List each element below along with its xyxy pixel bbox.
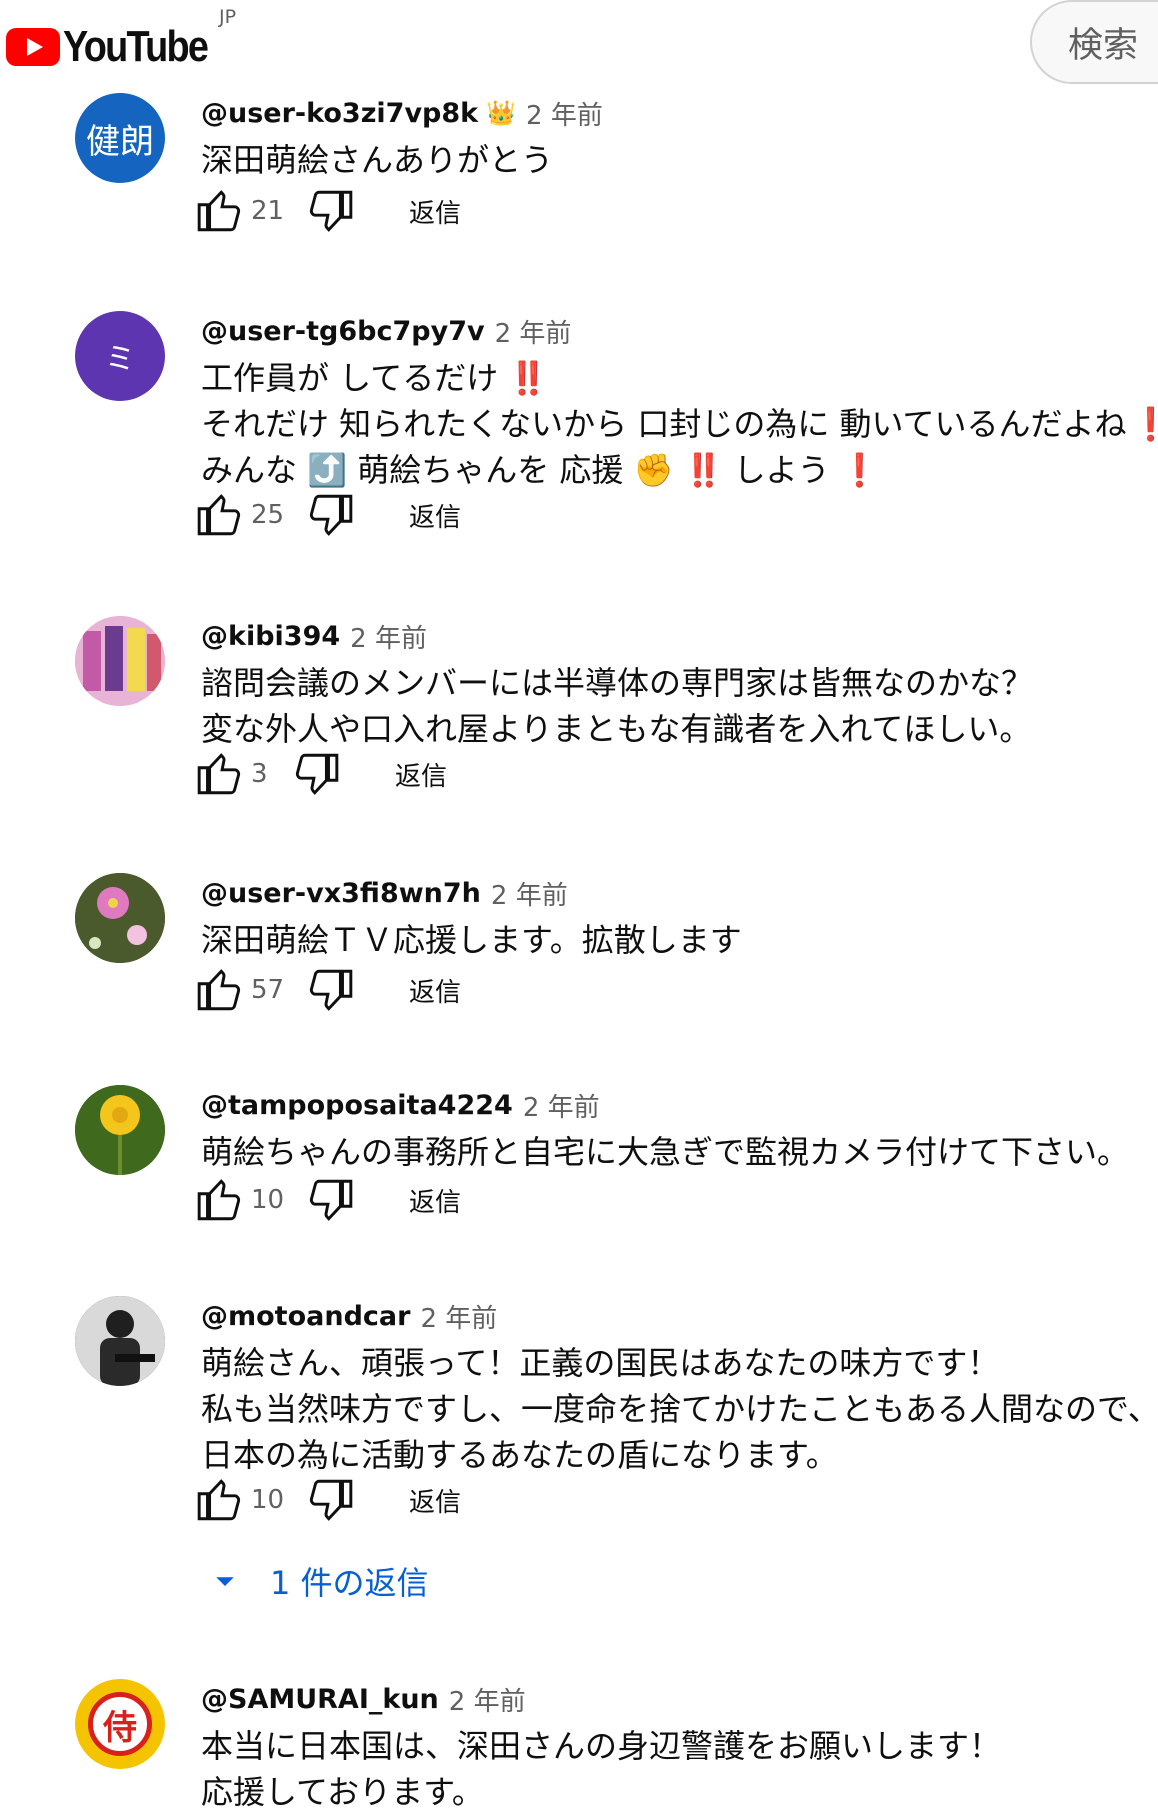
reply-button[interactable]: 返信: [409, 497, 461, 534]
comment-time[interactable]: 2 年前: [495, 313, 572, 350]
like-icon[interactable]: [195, 490, 245, 540]
dislike-icon[interactable]: [305, 1475, 355, 1525]
comment-line: 萌絵ちゃんの事務所と自宅に大急ぎで監視カメラ付けて下さい。: [201, 1133, 1130, 1171]
author-name[interactable]: @motoandcar: [201, 1301, 410, 1332]
comment-actions: 10 返信: [195, 1472, 461, 1528]
avatar-image: [75, 1296, 165, 1386]
like-count: 25: [251, 500, 285, 530]
youtube-play-icon: [6, 28, 60, 66]
dislike-icon[interactable]: [305, 490, 355, 540]
comment-header: @SAMURAI_kun 2 年前: [201, 1679, 526, 1719]
author-name[interactable]: @user-ko3zi7vp8k: [201, 98, 478, 129]
author-name[interactable]: @user-vx3fi8wn7h: [201, 878, 481, 909]
comment-actions: 25 返信: [195, 487, 461, 543]
comment-line: 私も当然味方ですし、一度命を捨てかけたこともある人間なので、: [201, 1390, 1158, 1428]
like-count: 21: [251, 196, 285, 226]
avatar[interactable]: [75, 616, 165, 706]
avatar[interactable]: [75, 873, 165, 963]
region-code: JP: [219, 6, 237, 28]
reply-button[interactable]: 返信: [409, 972, 461, 1009]
reply-button[interactable]: 返信: [395, 756, 447, 793]
caret-down-icon: [216, 1577, 234, 1586]
author-name[interactable]: @tampoposaita4224: [201, 1090, 513, 1121]
comment-line: 諮問会議のメンバーには半導体の専門家は皆無なのかな？: [201, 664, 1034, 702]
avatar-text: ミ: [105, 342, 135, 377]
comment-header: @kibi394 2 年前: [201, 616, 427, 656]
like-count: 10: [251, 1185, 285, 1215]
like-icon[interactable]: [195, 1175, 245, 1225]
comment-header: @motoandcar 2 年前: [201, 1296, 497, 1336]
top-bar: YouTube JP 検索: [0, 0, 1158, 90]
comment-time[interactable]: 2 年前: [523, 1087, 600, 1124]
comment-header: @user-ko3zi7vp8k 👑 2 年前: [201, 93, 603, 133]
avatar[interactable]: ミ: [75, 311, 165, 401]
avatar-text: 侍: [103, 1707, 137, 1748]
like-icon[interactable]: [195, 186, 245, 236]
like-icon[interactable]: [195, 1475, 245, 1525]
dislike-icon[interactable]: [291, 749, 341, 799]
reply-button[interactable]: 返信: [409, 1182, 461, 1219]
comment-time[interactable]: 2 年前: [491, 875, 568, 912]
dislike-icon[interactable]: [305, 965, 355, 1015]
comment-time[interactable]: 2 年前: [526, 95, 603, 132]
comment-actions: 10 返信: [195, 1172, 461, 1228]
comment-header: @user-tg6bc7py7v 2 年前: [201, 311, 571, 351]
view-replies-label: 1 件の返信: [270, 1564, 429, 1602]
comment-text: 本当に日本国は、深田さんの身辺警護をお願いします！ 応援しております。: [201, 1723, 1001, 1815]
dislike-icon[interactable]: [305, 186, 355, 236]
search-button[interactable]: 検索: [1030, 0, 1158, 84]
avatar[interactable]: 健朗: [75, 93, 165, 183]
like-icon[interactable]: [195, 749, 245, 799]
avatar-image: [75, 1085, 165, 1175]
comment-line: 萌絵さん、頑張って！正義の国民はあなたの味方です！: [201, 1344, 1000, 1382]
reply-button[interactable]: 返信: [409, 1482, 461, 1519]
comment-actions: 57 返信: [195, 962, 461, 1018]
avatar[interactable]: [75, 1085, 165, 1175]
comment-line: 深田萌絵ＴＶ応援します。拡散します: [201, 921, 742, 959]
comment-actions: 21 返信: [195, 183, 461, 239]
reply-button[interactable]: 返信: [409, 193, 461, 230]
comment-line: 工作員が してるだけ ‼️: [201, 359, 549, 397]
comment-text: 萌絵さん、頑張って！正義の国民はあなたの味方です！ 私も当然味方ですし、一度命を…: [201, 1340, 1158, 1478]
comment-line: 応援しております。: [201, 1773, 484, 1811]
comment-actions: 3 返信: [195, 746, 447, 802]
comment-line: それだけ 知られたくないから 口封じの為に 動いているんだよね ‼️: [201, 405, 1158, 443]
author-name[interactable]: @kibi394: [201, 621, 340, 652]
comment-header: @user-vx3fi8wn7h 2 年前: [201, 873, 568, 913]
like-count: 3: [251, 759, 268, 789]
comment-text: 工作員が してるだけ ‼️ それだけ 知られたくないから 口封じの為に 動いてい…: [201, 355, 1158, 493]
view-replies-button[interactable]: 1 件の返信: [210, 1558, 429, 1604]
avatar-emblem: 侍: [88, 1692, 152, 1756]
comment-header: @tampoposaita4224 2 年前: [201, 1085, 600, 1125]
comment-time[interactable]: 2 年前: [350, 618, 427, 655]
avatar[interactable]: 侍: [75, 1679, 165, 1769]
avatar[interactable]: [75, 1296, 165, 1386]
comment-text: 萌絵ちゃんの事務所と自宅に大急ぎで監視カメラ付けて下さい。: [201, 1129, 1129, 1175]
avatar-image: [75, 873, 165, 963]
like-icon[interactable]: [195, 965, 245, 1015]
dislike-icon[interactable]: [305, 1175, 355, 1225]
like-count: 10: [251, 1485, 285, 1515]
avatar-image: [75, 616, 165, 706]
youtube-logo[interactable]: YouTube: [6, 22, 231, 72]
comment-line: 本当に日本国は、深田さんの身辺警護をお願いします！: [201, 1727, 1002, 1765]
avatar-text: 健朗: [86, 121, 154, 162]
member-badge-icon: 👑: [486, 99, 517, 127]
comment-text: 深田萌絵さんありがとう: [201, 137, 553, 183]
like-count: 57: [251, 975, 285, 1005]
author-name[interactable]: @user-tg6bc7py7v: [201, 316, 485, 347]
comment-time[interactable]: 2 年前: [449, 1681, 526, 1718]
comment-text: 深田萌絵ＴＶ応援します。拡散します: [201, 917, 742, 963]
author-name[interactable]: @SAMURAI_kun: [201, 1684, 439, 1715]
comment-line: 深田萌絵さんありがとう: [201, 141, 554, 179]
comment-time[interactable]: 2 年前: [420, 1298, 497, 1335]
logo-text: YouTube: [63, 22, 209, 71]
search-label: 検索: [1068, 25, 1139, 66]
comment-text: 諮問会議のメンバーには半導体の専門家は皆無なのかな？ 変な外人や口入れ屋よりまと…: [201, 660, 1033, 752]
